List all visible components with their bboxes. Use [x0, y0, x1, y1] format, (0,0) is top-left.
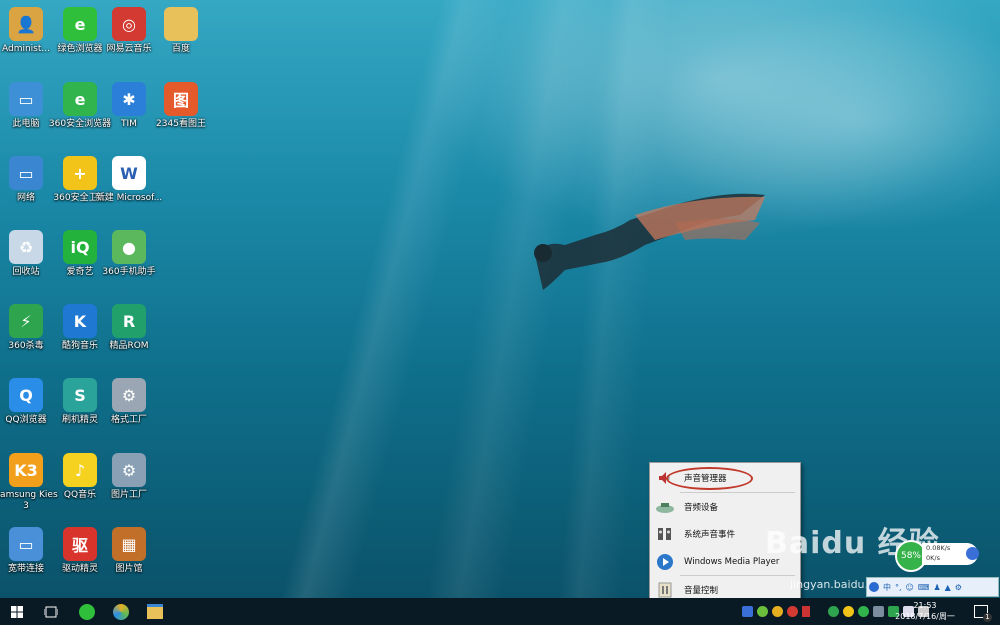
taskbar-360-mobile[interactable] — [104, 598, 138, 625]
desktop-icon-picture-factory[interactable]: ⚙ 图片工厂 — [94, 451, 164, 523]
volume-control-icon — [654, 580, 676, 600]
desktop-icon-360-mobile[interactable]: ● 360手机助手 — [94, 228, 164, 300]
iqiyi-icon: iQ — [63, 230, 97, 264]
desktop-icon-label: 2345看图王 — [156, 119, 206, 129]
green-browser-icon: e — [63, 7, 97, 41]
green-browser-icon — [79, 603, 95, 620]
desktop-icon-rom[interactable]: R 精品ROM — [94, 302, 164, 374]
highlight-annotation — [666, 467, 753, 490]
netease-music-icon: ◎ — [112, 7, 146, 41]
2345-viewer-icon: 图 — [164, 82, 198, 116]
360-safe-icon: + — [63, 156, 97, 190]
desktop-icon-label: 图片馆 — [115, 564, 143, 574]
media-player-icon — [654, 552, 676, 572]
sound-events-icon — [654, 524, 676, 544]
desktop-icon-format-factory[interactable]: ⚙ 格式工厂 — [94, 376, 164, 448]
qq-browser-icon: Q — [9, 378, 43, 412]
tray-network-icon[interactable] — [873, 606, 884, 617]
tray-qq-icon[interactable] — [742, 606, 753, 617]
network-speed-widget[interactable]: 58% 0.08K/s 0K/s — [895, 540, 980, 572]
ime-logo-icon[interactable] — [869, 582, 879, 592]
tim-icon: ✱ — [112, 82, 146, 116]
qq-music-icon: ♪ — [63, 453, 97, 487]
tray-mobile-icon[interactable] — [772, 606, 783, 617]
network-icon: ▭ — [9, 156, 43, 190]
rom-icon: R — [112, 304, 146, 338]
taskbar-file-explorer[interactable] — [138, 598, 172, 625]
desktop-icon-2345-viewer[interactable]: 图 2345看图王 — [146, 80, 216, 152]
ime-emoji-icon[interactable]: ☺ — [906, 583, 914, 592]
360-browser-icon: e — [63, 82, 97, 116]
menu-separator — [680, 575, 795, 576]
desktop-icon-label: 新建 Microsof... — [95, 193, 163, 203]
clock-time: 21:53 — [913, 601, 937, 610]
desktop-icon-label: 精品ROM — [109, 341, 149, 351]
baidu-folder-icon — [164, 7, 198, 41]
taskbar: 21:53 2018/7/16/周一 1 — [0, 598, 1000, 625]
administrator-icon: 👤 — [9, 7, 43, 41]
widget-plus-icon[interactable] — [966, 547, 979, 560]
picture-hall-icon: ▦ — [112, 527, 146, 561]
taskbar-clock[interactable]: 21:53 2018/7/16/周一 — [890, 600, 960, 622]
ime-skin-icon[interactable]: ▲ — [945, 583, 951, 592]
360-mobile-icon: ● — [112, 230, 146, 264]
kugou-icon: K — [63, 304, 97, 338]
picture-factory-icon: ⚙ — [112, 453, 146, 487]
broadband-icon: ▭ — [9, 527, 43, 561]
start-button[interactable] — [0, 598, 34, 625]
tray-green-icon[interactable] — [858, 606, 869, 617]
desktop-icon-baidu-folder[interactable]: 百度 — [146, 5, 216, 77]
clock-date: 2018/7/16/周一 — [895, 612, 955, 621]
desktop-icon-label: 360手机助手 — [102, 267, 156, 277]
recycle-bin-icon: ♻ — [9, 230, 43, 264]
task-view-icon — [44, 606, 58, 617]
tray-netease-icon[interactable] — [787, 606, 798, 617]
notification-count: 1 — [983, 613, 992, 622]
taskbar-green-browser[interactable] — [70, 598, 104, 625]
360-antivirus-icon: ⚡ — [9, 304, 43, 338]
desktop-icon-new-word-doc[interactable]: W 新建 Microsof... — [94, 154, 164, 226]
ime-toolbar[interactable]: 中 °, ☺ ⌨ ♟ ▲ ⚙ — [866, 577, 999, 597]
ime-punct-icon[interactable]: °, — [895, 583, 902, 592]
action-center-icon[interactable]: 1 — [974, 605, 992, 622]
tray-360-icon[interactable] — [757, 606, 768, 617]
ime-settings-icon[interactable]: ⚙ — [955, 583, 962, 592]
windows-logo-icon — [11, 605, 23, 618]
driver-wizard-icon: 驱 — [63, 527, 97, 561]
task-view-button[interactable] — [34, 598, 68, 625]
this-pc-icon: ▭ — [9, 82, 43, 116]
360-mobile-icon — [113, 603, 129, 620]
samsung-kies-icon: K3 — [9, 453, 43, 487]
tray-360-safe-icon[interactable] — [843, 606, 854, 617]
desktop-icon-label: 图片工厂 — [110, 490, 147, 500]
new-word-doc-icon: W — [112, 156, 146, 190]
ime-user-icon[interactable]: ♟ — [933, 583, 940, 592]
menu-separator — [680, 492, 795, 493]
desktop-icon-label: 百度 — [171, 44, 190, 54]
desktop-icon-picture-hall[interactable]: ▦ 图片馆 — [94, 525, 164, 597]
tray-sound-manager-icon[interactable] — [802, 606, 810, 617]
wallpaper-diver — [534, 193, 765, 290]
flash-wizard-icon: S — [63, 378, 97, 412]
tray-360-antivirus-icon[interactable] — [828, 606, 839, 617]
menu-item-audio-device[interactable]: 音频设备 — [650, 494, 800, 520]
format-factory-icon: ⚙ — [112, 378, 146, 412]
ime-mode[interactable]: 中 — [883, 582, 891, 593]
desktop-icon-label: 格式工厂 — [110, 415, 147, 425]
folder-icon — [147, 604, 163, 619]
audio-device-icon — [654, 497, 676, 517]
ime-keyboard-icon[interactable]: ⌨ — [918, 583, 930, 592]
